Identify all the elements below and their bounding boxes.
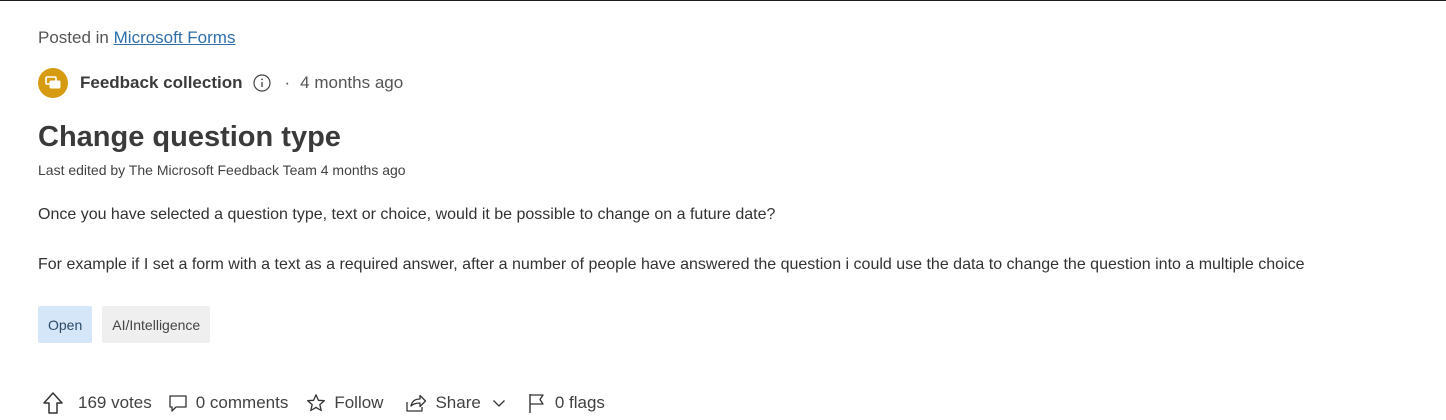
category-badge <box>38 68 68 98</box>
category-tag[interactable]: AI/Intelligence <box>102 306 211 343</box>
comment-icon <box>169 395 187 412</box>
comment-count: 0 comments <box>195 393 289 412</box>
post-title: Change question type <box>38 121 341 153</box>
tag-list: Open AI/Intelligence <box>38 306 211 343</box>
vote-count: 169 votes <box>78 393 152 412</box>
post-time: 4 months ago <box>300 73 404 92</box>
flag-icon <box>529 394 544 413</box>
share-icon <box>406 394 427 412</box>
follow-button[interactable]: Follow <box>306 393 383 413</box>
comments-button[interactable]: 0 comments <box>168 393 289 413</box>
post-actions: 169 votes 0 comments Follow Share 0 flag… <box>42 386 605 420</box>
chat-bubbles-icon <box>45 76 61 89</box>
upvote-arrow-icon <box>43 392 63 414</box>
flag-button[interactable]: 0 flags <box>527 392 605 414</box>
post-meta: Feedback collection · 4 months ago <box>38 68 403 98</box>
flag-count: 0 flags <box>554 393 605 412</box>
share-button[interactable]: Share <box>405 393 506 413</box>
top-border <box>0 0 1446 1</box>
posted-in: Posted in Microsoft Forms <box>38 28 235 48</box>
info-icon[interactable] <box>252 74 271 92</box>
category-label[interactable]: Feedback collection <box>80 73 243 93</box>
chevron-down-icon[interactable] <box>491 395 507 411</box>
share-label: Share <box>435 393 481 412</box>
post-paragraph: Once you have selected a question type, … <box>38 206 776 223</box>
star-icon <box>307 394 326 412</box>
vote-button[interactable]: 169 votes <box>42 391 152 415</box>
last-edited: Last edited by The Microsoft Feedback Te… <box>38 162 406 178</box>
posted-in-prefix: Posted in <box>38 28 109 47</box>
follow-label: Follow <box>334 393 384 412</box>
meta-separator: · <box>284 73 291 92</box>
forum-link[interactable]: Microsoft Forms <box>114 28 236 47</box>
post-paragraph: For example if I set a form with a text … <box>38 256 1305 273</box>
status-badge[interactable]: Open <box>38 306 93 343</box>
